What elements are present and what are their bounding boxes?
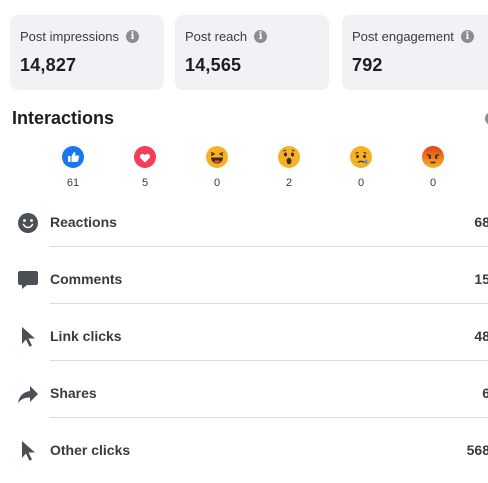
metric-cards: Post impressions i 14,827 Post reach i 1…: [10, 15, 488, 90]
reaction-sad: 0: [325, 146, 397, 189]
haha-icon: [206, 146, 228, 168]
metric-card-impressions: Post impressions i 14,827: [10, 15, 164, 90]
reaction-count: 0: [213, 177, 221, 189]
reaction-angry: 0: [397, 146, 469, 189]
metric-label: Post reach: [185, 28, 248, 44]
row-label: Reactions: [50, 214, 117, 230]
info-icon[interactable]: i: [254, 29, 268, 43]
row-value: 15: [474, 271, 488, 287]
divider: [50, 246, 488, 247]
reaction-love: 5: [109, 146, 181, 189]
row-shares: Shares 6: [0, 369, 488, 426]
divider: [50, 360, 488, 361]
row-reactions: Reactions 68: [0, 198, 488, 255]
metric-value: 14,565: [185, 55, 242, 75]
reaction-like: 61: [37, 146, 109, 189]
sad-icon: [350, 146, 372, 168]
row-value: 68: [474, 214, 488, 230]
metric-value: 792: [352, 55, 383, 75]
info-icon[interactable]: i: [460, 29, 474, 43]
metric-label: Post impressions: [20, 28, 119, 44]
row-label: Comments: [50, 271, 123, 287]
row-value: 568: [466, 442, 488, 458]
divider: [50, 417, 488, 418]
angry-icon: [422, 146, 444, 168]
like-icon: [62, 146, 84, 168]
reaction-haha: 0: [181, 146, 253, 189]
info-icon[interactable]: i: [125, 29, 139, 43]
reaction-count: 5: [141, 177, 149, 189]
cursor-icon: [16, 439, 40, 463]
row-label: Other clicks: [50, 442, 131, 458]
metric-label: Post engagement: [352, 28, 454, 44]
metric-value: 14,827: [20, 55, 77, 75]
reaction-breakdown: 61 5 0 2 0 0: [37, 146, 457, 191]
share-icon: [16, 382, 40, 406]
row-value: 48: [474, 328, 488, 344]
reaction-wow: 2: [253, 146, 325, 189]
love-icon: [134, 146, 156, 168]
reaction-count: 0: [357, 177, 365, 189]
reaction-count: 2: [285, 177, 293, 189]
smiley-icon: [16, 211, 40, 235]
metric-card-engagement: Post engagement i 792: [342, 15, 488, 90]
metric-card-reach: Post reach i 14,565: [175, 15, 329, 90]
reaction-count: 0: [429, 177, 437, 189]
divider: [50, 303, 488, 304]
reaction-count: 61: [66, 177, 80, 189]
interactions-title: Interactions: [12, 108, 115, 128]
comment-icon: [16, 268, 40, 292]
row-label: Shares: [50, 385, 97, 401]
row-value: 6: [482, 385, 488, 401]
row-link-clicks: Link clicks 48: [0, 312, 488, 369]
row-comments: Comments 15: [0, 255, 488, 312]
row-label: Link clicks: [50, 328, 122, 344]
wow-icon: [278, 146, 300, 168]
cursor-icon: [16, 325, 40, 349]
row-other-clicks: Other clicks 568: [0, 426, 488, 483]
